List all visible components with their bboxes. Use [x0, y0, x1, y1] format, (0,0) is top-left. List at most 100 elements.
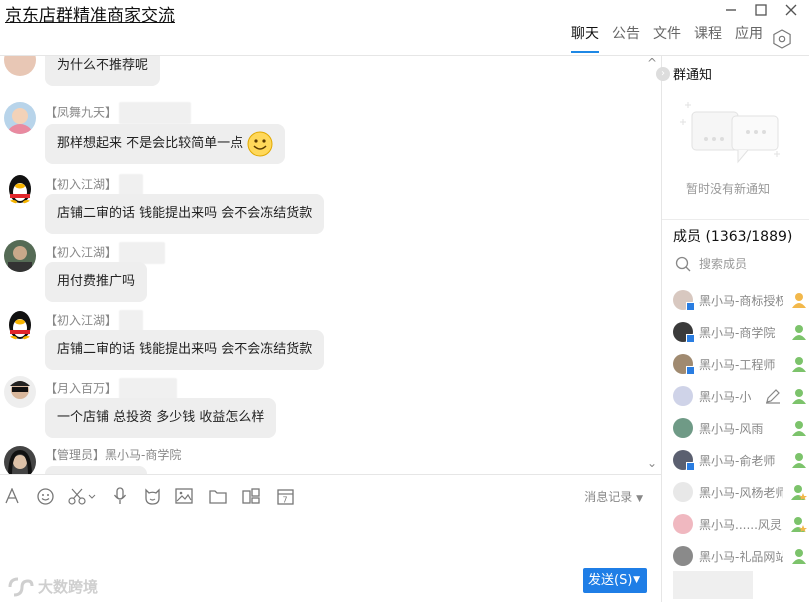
maximize-button[interactable]: [753, 2, 769, 18]
avatar[interactable]: [4, 102, 36, 134]
member-item[interactable]: 黑小马-小: [673, 380, 809, 412]
watermark-text: 大数跨境: [38, 578, 99, 596]
member-name: 黑小马-俞老师: [699, 453, 776, 468]
close-icon: [785, 4, 797, 16]
message-bubble[interactable]: 为什么不推荐呢: [45, 56, 161, 86]
user-star-icon: [791, 517, 807, 532]
collapse-panel-button[interactable]: ›: [656, 67, 670, 81]
font-icon[interactable]: [3, 487, 21, 505]
settings-hex-icon[interactable]: [773, 29, 791, 49]
member-avatar: [673, 418, 693, 438]
emoji-icon[interactable]: [36, 487, 54, 505]
member-item[interactable]: 黑小马-俞老师: [673, 444, 809, 476]
maximize-icon: [755, 4, 767, 16]
message-input[interactable]: [0, 516, 661, 566]
input-toolbar: 7 消息记录 ▼: [0, 474, 661, 516]
member-item[interactable]: 黑小马-商学院: [673, 316, 809, 348]
avatar[interactable]: [4, 446, 36, 474]
scroll-down-icon[interactable]: ⌄: [647, 456, 657, 470]
sender-tag: 【初入江湖】: [45, 245, 118, 260]
sender-name: 【初入江湖】: [45, 310, 144, 332]
tab-files[interactable]: 文件: [653, 24, 681, 54]
member-item[interactable]: 黑小马-风雨: [673, 412, 809, 444]
avatar[interactable]: [4, 240, 36, 272]
message-bubble[interactable]: 店铺二审的话 钱能提出来吗 会不会冻结货款: [45, 330, 325, 370]
apps-icon[interactable]: [242, 487, 260, 505]
member-avatar: [673, 290, 695, 311]
send-label: 发送(S): [588, 573, 633, 588]
minimize-icon: [726, 9, 736, 11]
message-history-button[interactable]: 消息记录 ▼: [584, 488, 643, 505]
scroll-up-icon[interactable]: ^: [647, 56, 657, 70]
send-button[interactable]: 发送(S) ▼: [583, 568, 647, 593]
avatar[interactable]: [4, 376, 36, 408]
sender-display-name: 黑小马-商学院: [105, 448, 182, 462]
message-bubble[interactable]: 一个店铺 总投资 多少钱 收益怎么样: [45, 398, 277, 438]
redacted-name: [119, 310, 144, 332]
member-item[interactable]: 黑小马-风杨老师: [673, 476, 809, 508]
message-bubble[interactable]: 店铺二审的话 钱能提出来吗 会不会冻结货款: [45, 194, 325, 234]
message-bubble[interactable]: 那样想起来 不是会比较简单一点: [45, 124, 286, 164]
edit-pen-icon[interactable]: [765, 388, 781, 404]
member-avatar: [673, 322, 695, 343]
qq-penguin-avatar[interactable]: [4, 172, 36, 204]
user-star-icon: [791, 485, 807, 500]
sender-tag: 【管理员】: [45, 448, 106, 462]
close-button[interactable]: [783, 2, 799, 18]
watermark-logo-icon: [8, 577, 34, 596]
chat-area[interactable]: ^ 为什么不推荐呢 【凤舞九天】 那样想起来 不是会比较简单一点 【初入江湖】 …: [0, 56, 661, 474]
image-icon[interactable]: [175, 487, 193, 505]
folder-icon[interactable]: [209, 487, 227, 505]
member-item[interactable]: 黑小马-工程师: [673, 348, 809, 380]
watermark: 大数跨境: [8, 576, 98, 597]
tab-announcement[interactable]: 公告: [612, 24, 640, 54]
minimize-button[interactable]: [723, 2, 739, 18]
group-title[interactable]: 京东店群精准商家交流: [5, 1, 175, 26]
member-avatar: [673, 514, 693, 534]
tab-apps[interactable]: 应用: [735, 24, 763, 54]
member-item[interactable]: 黑小马-商标授权: [673, 284, 809, 316]
redacted-name: [119, 378, 178, 400]
tab-courses[interactable]: 课程: [694, 24, 722, 54]
member-item[interactable]: 黑小马......风灵: [673, 508, 809, 540]
message-bubble[interactable]: [45, 466, 147, 474]
sticker-icon[interactable]: [143, 487, 161, 505]
member-name: 黑小马-商标授权: [699, 293, 783, 308]
member-avatar: [673, 354, 695, 375]
member-avatar: [673, 546, 693, 566]
tab-chat[interactable]: 聊天: [571, 24, 599, 54]
member-search[interactable]: 搜索成员: [675, 255, 747, 272]
sender-name: 【初入江湖】: [45, 174, 144, 196]
chevron-down-icon: ▼: [636, 494, 643, 504]
smile-emoji-icon: [247, 131, 273, 157]
sender-tag: 【初入江湖】: [45, 177, 118, 192]
scissors-icon[interactable]: [68, 487, 96, 505]
admin-user-icon: [792, 293, 806, 308]
member-item[interactable]: 黑小马-礼品网站: [673, 540, 809, 572]
mic-icon[interactable]: [111, 487, 129, 505]
title-bar: 京东店群精准商家交流 聊天 公告 文件 课程 应用: [0, 0, 809, 56]
member-name: 黑小马-风杨老师: [699, 485, 783, 500]
sender-tag: 【月入百万】: [45, 381, 118, 396]
member-name: 黑小马......风灵: [699, 517, 782, 532]
chevron-down-icon[interactable]: ▼: [633, 568, 640, 593]
empty-notice-text: 暂时没有新通知: [686, 182, 771, 196]
message-bubble[interactable]: 用付费推广吗: [45, 262, 148, 302]
sender-tag: 【凤舞九天】: [45, 105, 118, 120]
member-name: 黑小马-商学院: [699, 325, 776, 340]
empty-notice-illustration-icon: [680, 102, 780, 164]
sender-name: 【初入江湖】: [45, 242, 166, 264]
history-label: 消息记录: [584, 490, 633, 504]
qq-penguin-avatar[interactable]: [4, 308, 36, 340]
sender-name: 【月入百万】: [45, 378, 178, 400]
user-icon: [792, 357, 806, 372]
avatar[interactable]: [4, 56, 36, 76]
user-icon: [792, 389, 806, 404]
calendar-icon[interactable]: 7: [276, 487, 294, 505]
member-avatar: [673, 386, 693, 406]
redacted-name: [119, 102, 192, 124]
divider: [662, 219, 809, 220]
user-icon: [792, 325, 806, 340]
redacted-name: [119, 242, 166, 264]
search-placeholder: 搜索成员: [699, 257, 748, 271]
